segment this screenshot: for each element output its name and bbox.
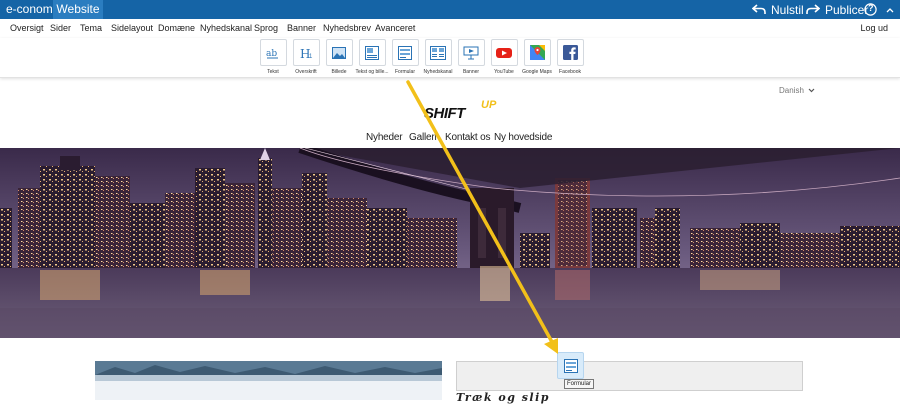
svg-text:1: 1: [309, 54, 313, 60]
site-logo[interactable]: SHIFT UP: [424, 99, 504, 126]
logo-accent-text: UP: [481, 99, 497, 111]
form-icon: [398, 45, 412, 60]
text-icon: ab: [266, 49, 278, 59]
facebook-icon: [562, 45, 578, 60]
help-button[interactable]: ?: [864, 1, 882, 18]
drop-zone-heading: Træk og slip: [456, 391, 550, 404]
google-maps-icon: [529, 45, 545, 60]
form-icon: [563, 358, 578, 373]
menu-bar: Oversigt Sider Tema Sidelayout Domæne Ny…: [0, 19, 900, 38]
collapse-button[interactable]: [886, 1, 899, 18]
help-label: ?: [868, 3, 874, 13]
top-bar: e-conomic Website Nulstil Publicer ?: [0, 0, 900, 19]
menu-item-sider[interactable]: Sider: [50, 23, 71, 33]
menu-item-tema[interactable]: Tema: [80, 23, 102, 33]
menu-item-nyhedsbrev[interactable]: Nyhedsbrev: [323, 23, 371, 33]
reset-label: Nulstil: [771, 2, 804, 17]
element-toolbar: ab Tekst H1 Overskrift Billede Tekst og …: [0, 38, 900, 78]
menu-item-sidelayout[interactable]: Sidelayout: [111, 23, 153, 33]
banner-icon: [463, 46, 479, 59]
language-selector[interactable]: Danish: [779, 86, 815, 95]
menu-item-sprog[interactable]: Sprog: [254, 23, 278, 33]
drag-tooltip: Formular: [564, 379, 595, 389]
logo-main-text: SHIFT: [424, 105, 465, 122]
content-image[interactable]: [95, 361, 442, 400]
hero-banner-image: [0, 148, 900, 338]
menu-item-avanceret[interactable]: Avanceret: [375, 23, 415, 33]
youtube-icon: [496, 47, 512, 58]
site-nav-nyheder[interactable]: Nyheder: [366, 132, 403, 143]
menu-item-domaene[interactable]: Domæne: [158, 23, 195, 33]
dragged-form-element[interactable]: [557, 352, 584, 379]
logout-link[interactable]: Log ud: [860, 23, 888, 33]
publish-label: Publicer: [825, 2, 869, 17]
chevron-down-icon: [808, 88, 815, 93]
tab-website[interactable]: Website: [53, 0, 103, 19]
news-icon: [430, 45, 446, 60]
site-nav-galleri[interactable]: Galleri: [409, 132, 437, 143]
share-arrow-icon: [806, 4, 820, 14]
heading-icon: H1: [300, 47, 313, 60]
publish-button[interactable]: Publicer: [806, 1, 868, 18]
tool-label: Facebook: [559, 69, 581, 75]
reset-button[interactable]: Nulstil: [752, 1, 804, 18]
tool-facebook[interactable]: Facebook: [556, 39, 584, 76]
site-nav-kontakt[interactable]: Kontakt os: [445, 132, 490, 143]
language-label: Danish: [779, 86, 804, 95]
undo-icon: [752, 4, 766, 14]
text-image-icon: [365, 45, 379, 60]
chevron-up-icon: [886, 7, 894, 12]
drop-zone[interactable]: [456, 361, 803, 391]
site-nav-ny-hovedside[interactable]: Ny hovedside: [494, 132, 552, 143]
menu-item-banner[interactable]: Banner: [287, 23, 316, 33]
menu-item-oversigt[interactable]: Oversigt: [10, 23, 44, 33]
menu-item-nyhedskanal[interactable]: Nyhedskanal: [200, 23, 252, 33]
image-icon: [332, 46, 346, 59]
